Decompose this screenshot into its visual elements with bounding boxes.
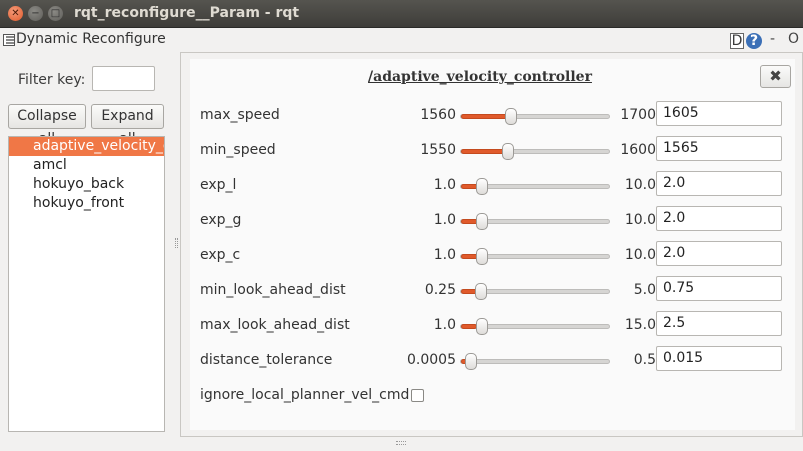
param-row-min-look-ahead-dist: min_look_ahead_dist 0.25 5.0 0.75 — [190, 274, 795, 309]
param-row-distance-tolerance: distance_tolerance 0.0005 0.5 0.015 — [190, 344, 795, 379]
expand-all-button[interactable]: Expand all — [91, 104, 164, 147]
param-value-input[interactable]: 1605 — [656, 101, 782, 126]
bottom-resize-grip[interactable] — [396, 441, 406, 445]
ignore-local-planner-checkbox[interactable] — [411, 389, 424, 402]
param-min: 1550 — [420, 142, 456, 158]
panel-splitter[interactable] — [175, 238, 178, 248]
param-max: 1700 — [620, 107, 656, 123]
slider-thumb[interactable] — [505, 108, 518, 125]
param-name: min_look_ahead_dist — [200, 282, 346, 298]
param-slider[interactable] — [460, 143, 610, 160]
node-tree: adaptive_velocity_c amcl hokuyo_back hok… — [8, 136, 165, 432]
param-slider[interactable] — [460, 213, 610, 230]
node-list-panel: Filter key: Collapse all Expand all adap… — [0, 52, 172, 437]
param-max: 15.0 — [624, 317, 656, 333]
slider-fill — [461, 184, 478, 189]
help-icon[interactable]: ? — [746, 33, 762, 49]
param-slider[interactable] — [460, 353, 610, 370]
param-slider[interactable] — [460, 178, 610, 195]
slider-thumb[interactable] — [476, 178, 489, 195]
param-value-input[interactable]: 0.015 — [656, 346, 782, 371]
param-min: 0.0005 — [407, 352, 456, 368]
param-row-exp-l: exp_l 1.0 10.0 2.0 — [190, 169, 795, 204]
param-value-input[interactable]: 2.0 — [656, 241, 782, 266]
param-name: min_speed — [200, 142, 276, 158]
param-value-input[interactable]: 1565 — [656, 136, 782, 161]
slider-fill — [461, 149, 506, 154]
bool-param-name: ignore_local_planner_vel_cmd — [200, 387, 410, 403]
slider-thumb[interactable] — [475, 318, 488, 335]
slider-thumb[interactable] — [465, 353, 478, 370]
slider-thumb[interactable] — [476, 248, 489, 265]
filter-label: Filter key: — [18, 72, 86, 88]
param-min: 1.0 — [433, 247, 456, 263]
plugin-icon — [3, 34, 15, 46]
param-name: exp_l — [200, 177, 237, 193]
param-min: 1.0 — [433, 212, 456, 228]
param-min: 1560 — [420, 107, 456, 123]
param-value-input[interactable]: 2.0 — [656, 171, 782, 196]
slider-thumb[interactable] — [476, 213, 489, 230]
tree-item-adaptive-velocity-controller[interactable]: adaptive_velocity_c — [9, 137, 164, 156]
param-row-max-look-ahead-dist: max_look_ahead_dist 1.0 15.0 2.5 — [190, 309, 795, 344]
slider-fill — [461, 219, 478, 224]
param-name: max_look_ahead_dist — [200, 317, 350, 333]
param-editor: /adaptive_velocity_controller ✖ max_spee… — [190, 59, 795, 430]
param-name: exp_g — [200, 212, 242, 228]
param-min: 1.0 — [433, 177, 456, 193]
param-slider[interactable] — [460, 283, 610, 300]
param-value-input[interactable]: 2.0 — [656, 206, 782, 231]
param-panel: /adaptive_velocity_controller ✖ max_spee… — [180, 52, 803, 437]
plugin-header: Dynamic Reconfigure D ? - O — [0, 28, 803, 52]
slider-fill — [461, 114, 509, 119]
plugin-title: Dynamic Reconfigure — [16, 31, 166, 47]
close-plugin-icon[interactable]: O — [788, 31, 799, 47]
node-title: /adaptive_velocity_controller — [368, 69, 592, 85]
param-slider[interactable] — [460, 108, 610, 125]
param-max: 10.0 — [624, 177, 656, 193]
tree-item-amcl[interactable]: amcl — [9, 156, 164, 175]
minimize-plugin-icon[interactable]: - — [770, 31, 775, 47]
param-row-exp-g: exp_g 1.0 10.0 2.0 — [190, 204, 795, 239]
param-min: 1.0 — [433, 317, 456, 333]
param-row-min-speed: min_speed 1550 1600 1565 — [190, 134, 795, 169]
slider-thumb[interactable] — [475, 283, 488, 300]
param-min: 0.25 — [424, 282, 456, 298]
filter-input[interactable] — [92, 66, 155, 91]
param-row-exp-c: exp_c 1.0 10.0 2.0 — [190, 239, 795, 274]
param-value-input[interactable]: 0.75 — [656, 276, 782, 301]
close-node-button[interactable]: ✖ — [760, 65, 791, 88]
param-name: max_speed — [200, 107, 280, 123]
param-max: 0.5 — [633, 352, 656, 368]
param-row-max-speed: max_speed 1560 1700 1605 — [190, 99, 795, 134]
slider-fill — [461, 289, 477, 294]
param-name: distance_tolerance — [200, 352, 333, 368]
slider-thumb[interactable] — [502, 143, 515, 160]
tree-item-hokuyo-back[interactable]: hokuyo_back — [9, 175, 164, 194]
window-close-button[interactable]: ✕ — [8, 6, 23, 21]
window-maximize-button[interactable]: □ — [48, 6, 63, 21]
param-max: 10.0 — [624, 247, 656, 263]
slider-fill — [461, 324, 478, 329]
param-max: 1600 — [620, 142, 656, 158]
window-minimize-button[interactable]: − — [28, 6, 43, 21]
param-name: exp_c — [200, 247, 241, 263]
param-max: 10.0 — [624, 212, 656, 228]
param-max: 5.0 — [633, 282, 656, 298]
param-slider[interactable] — [460, 248, 610, 265]
window-titlebar: ✕ − □ rqt_reconfigure__Param - rqt — [0, 0, 803, 28]
collapse-all-button[interactable]: Collapse all — [8, 104, 86, 147]
slider-fill — [461, 254, 478, 259]
tree-item-hokuyo-front[interactable]: hokuyo_front — [9, 194, 164, 213]
window-title: rqt_reconfigure__Param - rqt — [74, 5, 300, 21]
dock-icon[interactable]: D — [730, 33, 744, 49]
param-value-input[interactable]: 2.5 — [656, 311, 782, 336]
param-slider[interactable] — [460, 318, 610, 335]
